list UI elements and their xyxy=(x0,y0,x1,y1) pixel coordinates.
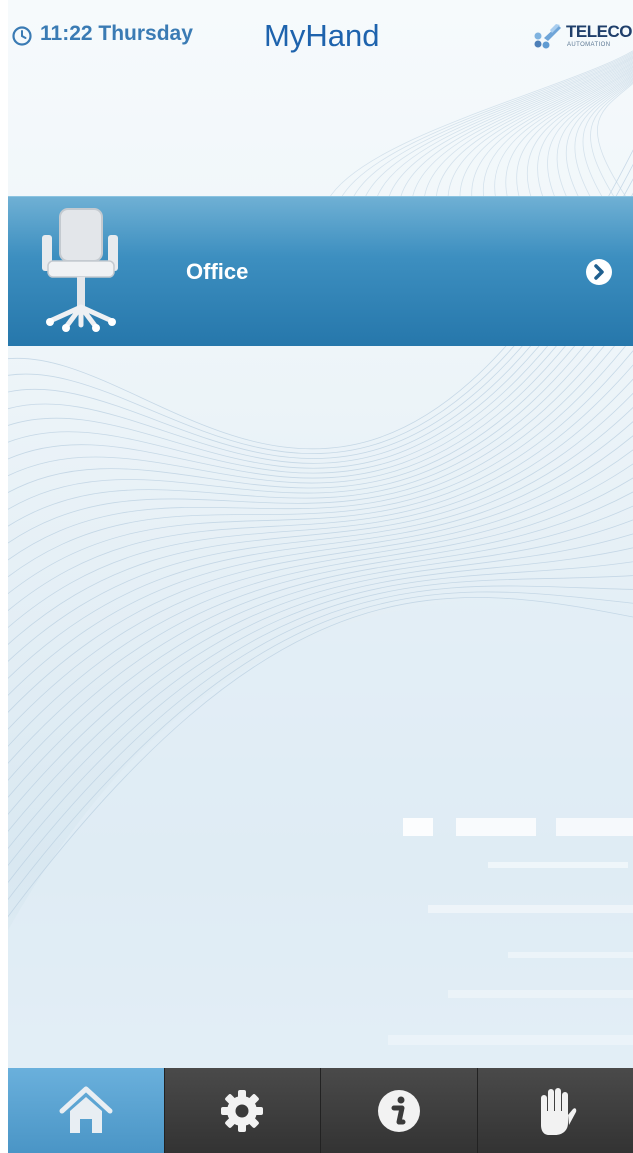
nav-hand-tab[interactable] xyxy=(476,1068,633,1153)
gear-icon xyxy=(221,1089,264,1132)
background-swirl xyxy=(8,50,633,1153)
room-label: Office xyxy=(186,259,249,284)
chevron-right-circle-icon[interactable] xyxy=(584,257,614,287)
nav-info-tab[interactable] xyxy=(320,1068,477,1153)
status-bar: 11:22 Thursday MyHand TELECO AUTOMATION xyxy=(8,0,633,80)
hand-icon xyxy=(541,1087,577,1135)
nav-home-tab[interactable] xyxy=(8,1068,164,1153)
home-icon xyxy=(59,1086,113,1133)
office-chair-icon xyxy=(42,208,118,332)
room-item-office[interactable]: Office xyxy=(8,196,633,346)
brand-logo: TELECO AUTOMATION xyxy=(534,20,633,54)
app-logo: MyHand xyxy=(264,18,380,53)
brand-subtitle: AUTOMATION xyxy=(567,42,611,48)
brand-name: TELECO xyxy=(566,22,632,41)
brand-logo-icon xyxy=(534,24,561,49)
nav-settings-tab[interactable] xyxy=(163,1068,320,1153)
clock-icon xyxy=(12,26,32,46)
info-icon xyxy=(377,1089,420,1132)
bottom-nav-bar xyxy=(8,1068,633,1153)
app-screen: 11:22 Thursday MyHand TELECO AUTOMATION xyxy=(8,0,633,1153)
clock-time: 11:22 Thursday xyxy=(40,22,193,45)
